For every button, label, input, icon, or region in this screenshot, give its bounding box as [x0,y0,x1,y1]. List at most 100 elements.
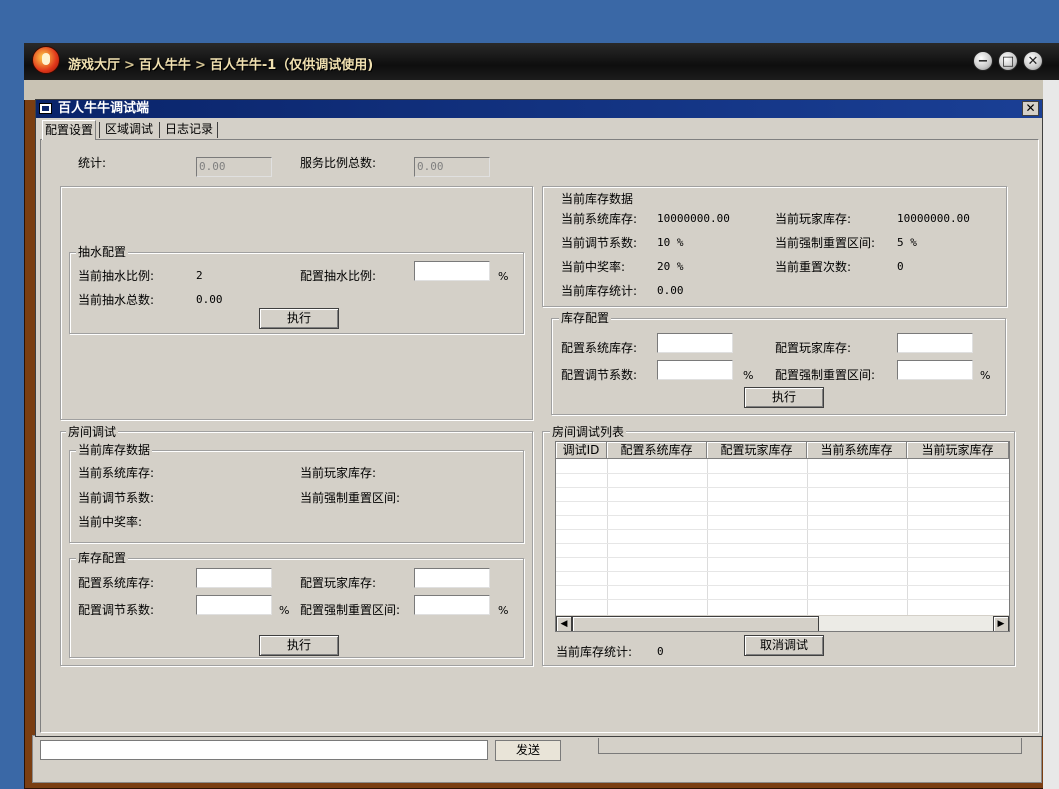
system-stock-value: 10000000.00 [657,212,730,225]
percent-sign: % [498,604,509,617]
tab-region-debug[interactable]: 区域调试 [103,120,155,140]
config-adjust-coef-input[interactable] [657,360,733,380]
grid-line [607,459,608,615]
breadcrumb-item-game[interactable]: 百人牛牛 [139,58,191,73]
grid-line [907,459,908,615]
grid-line [707,459,708,615]
cancel-debug-button[interactable]: 取消调试 [744,635,824,656]
config-player-stock-input[interactable] [897,333,973,353]
grid-line [556,515,1009,516]
column-header[interactable]: 配置玩家库存 [707,442,807,459]
room-stock-total-value: 0 [657,645,664,658]
player-stock-value: 10000000.00 [897,212,970,225]
config-system-stock-label: 配置系统库存: [561,341,638,355]
grid-line [556,585,1009,586]
stats-total-label: 统计: [78,156,107,170]
room-config-legend: 库存配置 [76,551,129,565]
room-config-adjust-coef-input[interactable] [196,595,272,615]
background-panel [598,738,1022,754]
column-header[interactable]: 当前玩家库存 [907,442,1009,459]
scroll-left-icon[interactable]: ◀ [556,616,572,631]
dialog-close-button[interactable]: ✕ [1022,101,1039,116]
service-ratio-label: 服务比例总数: [300,156,377,170]
force-reset-value: 5 % [897,236,917,249]
tab-separator [217,122,218,138]
room-debug-legend: 房间调试 [66,425,119,439]
tab-log[interactable]: 日志记录 [163,120,215,140]
dialog-title: 百人牛牛调试端 [36,100,1042,118]
column-header[interactable]: 调试ID [556,442,607,459]
close-button[interactable]: ✕ [1023,51,1043,71]
room-adjust-coef-label: 当前调节系数: [78,491,155,505]
room-config-execute-button[interactable]: 执行 [259,635,339,656]
grid-line [556,501,1009,502]
tax-config-legend: 抽水配置 [76,245,129,259]
grid-line [807,459,808,615]
force-reset-label: 当前强制重置区间: [775,236,876,250]
global-config-legend: 库存配置 [559,311,612,325]
global-stock-legend: 当前库存数据 [559,192,636,206]
reset-count-label: 当前重置次数: [775,260,852,274]
room-config-force-reset-label: 配置强制重置区间: [300,603,401,617]
current-tax-ratio-label: 当前抽水比例: [78,269,155,283]
game-logo-icon [32,46,60,74]
grid-line [556,571,1009,572]
scroll-right-icon[interactable]: ▶ [993,616,1009,631]
config-force-reset-input[interactable] [897,360,973,380]
room-system-stock-label: 当前系统库存: [78,466,155,480]
grid-line [556,473,1009,474]
chat-input[interactable] [40,740,488,760]
breadcrumb-item-room: 百人牛牛-1（仅供调试使用) [209,58,374,73]
config-tax-ratio-label: 配置抽水比例: [300,269,377,283]
tab-config[interactable]: 配置设置 [42,120,97,140]
room-list-legend: 房间调试列表 [550,425,627,439]
scrollbar-thumb[interactable] [572,616,819,631]
room-config-system-stock-input[interactable] [196,568,272,588]
percent-sign: % [743,369,754,382]
stock-total-value: 0.00 [657,284,684,297]
global-config-execute-button[interactable]: 执行 [744,387,824,408]
current-tax-total-label: 当前抽水总数: [78,293,155,307]
minimize-button[interactable]: − [973,51,993,71]
grid-line [556,599,1009,600]
column-header[interactable]: 当前系统库存 [807,442,907,459]
service-ratio-field: 0.00 [414,157,490,177]
stats-total-field: 0.00 [196,157,272,177]
tax-execute-button[interactable]: 执行 [259,308,339,329]
adjust-coef-value: 10 % [657,236,684,249]
room-config-system-stock-label: 配置系统库存: [78,576,155,590]
stock-total-label: 当前库存统计: [561,284,638,298]
percent-sign: % [980,369,991,382]
reset-count-value: 0 [897,260,904,273]
send-button[interactable]: 发送 [495,740,561,761]
percent-sign: % [279,604,290,617]
breadcrumb-item-lobby[interactable]: 游戏大厅 [68,58,120,73]
adjust-coef-label: 当前调节系数: [561,236,638,250]
win-rate-value: 20 % [657,260,684,273]
config-tax-ratio-input[interactable] [414,261,490,281]
column-header[interactable]: 配置系统库存 [607,442,707,459]
room-stock-total-label: 当前库存统计: [556,645,633,659]
room-win-rate-label: 当前中奖率: [78,515,143,529]
room-player-stock-label: 当前玩家库存: [300,466,377,480]
win-rate-label: 当前中奖率: [561,260,626,274]
room-debug-table[interactable]: 调试ID 配置系统库存 配置玩家库存 当前系统库存 当前玩家库存 ◀ ▶ [555,441,1010,632]
config-system-stock-input[interactable] [657,333,733,353]
current-tax-total-value: 0.00 [196,293,223,306]
breadcrumb: 游戏大厅 > 百人牛牛 > 百人牛牛-1（仅供调试使用) [68,54,373,73]
room-config-player-stock-label: 配置玩家库存: [300,576,377,590]
room-force-reset-label: 当前强制重置区间: [300,491,401,505]
room-config-player-stock-input[interactable] [414,568,490,588]
percent-sign: % [498,270,509,283]
config-adjust-coef-label: 配置调节系数: [561,368,638,382]
tab-separator [99,122,100,138]
room-config-force-reset-input[interactable] [414,595,490,615]
window-icon [39,103,52,114]
horizontal-scrollbar[interactable]: ◀ ▶ [556,615,1009,631]
system-stock-label: 当前系统库存: [561,212,638,226]
config-force-reset-label: 配置强制重置区间: [775,368,876,382]
maximize-button[interactable]: □ [998,51,1018,71]
grid-line [556,557,1009,558]
grid-line [556,529,1009,530]
player-stock-label: 当前玩家库存: [775,212,852,226]
